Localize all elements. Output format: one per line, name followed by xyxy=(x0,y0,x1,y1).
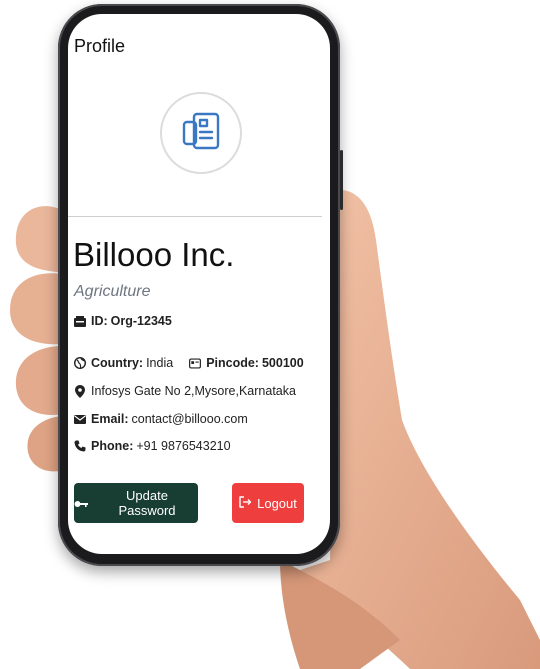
phone-row: Phone: +91 9876543210 xyxy=(74,439,231,453)
id-card-icon xyxy=(74,315,86,327)
country-value: India xyxy=(146,356,174,370)
country-label: Country: xyxy=(91,356,144,370)
update-password-label: Update Password xyxy=(118,488,176,518)
page-title: Profile xyxy=(74,36,126,56)
key-icon xyxy=(74,496,88,511)
pincode-value: 500100 xyxy=(261,356,304,370)
email-row: Email: contact@billooo.com xyxy=(74,412,248,426)
document-icon xyxy=(178,108,224,159)
logout-icon xyxy=(239,495,252,511)
map-pin-icon xyxy=(74,384,86,398)
envelope-icon xyxy=(74,413,86,425)
address-row: Infosys Gate No 2,Mysore,Karnataka xyxy=(74,384,296,398)
phone-icon xyxy=(74,440,86,452)
phone-label: Phone: xyxy=(91,439,134,453)
email-value[interactable]: contact@billooo.com xyxy=(132,412,248,426)
phone-side-button xyxy=(340,150,343,210)
divider xyxy=(68,216,322,217)
logout-label: Logout xyxy=(257,495,297,511)
address-value: Infosys Gate No 2,Mysore,Karnataka xyxy=(91,384,296,398)
phone-value[interactable]: +91 9876543210 xyxy=(136,439,230,453)
email-label: Email: xyxy=(91,412,129,426)
id-label: ID: xyxy=(91,314,108,328)
company-logo xyxy=(160,92,242,174)
id-value: Org-12345 xyxy=(110,314,172,328)
address-card-icon xyxy=(189,357,202,369)
globe-icon xyxy=(74,357,86,369)
update-password-button[interactable]: Update Password xyxy=(74,483,198,523)
pincode-label: Pincode: xyxy=(206,356,259,370)
country-row: Country: India Pincode: 500100 xyxy=(74,356,307,370)
company-industry: Agriculture xyxy=(74,283,151,300)
profile-screen: Profile Billooo Inc. Agriculture ID: Org… xyxy=(68,14,330,554)
logout-button[interactable]: Logout xyxy=(232,483,304,523)
company-id-row: ID: Org-12345 xyxy=(74,314,175,328)
company-name: Billooo Inc. xyxy=(73,236,235,273)
